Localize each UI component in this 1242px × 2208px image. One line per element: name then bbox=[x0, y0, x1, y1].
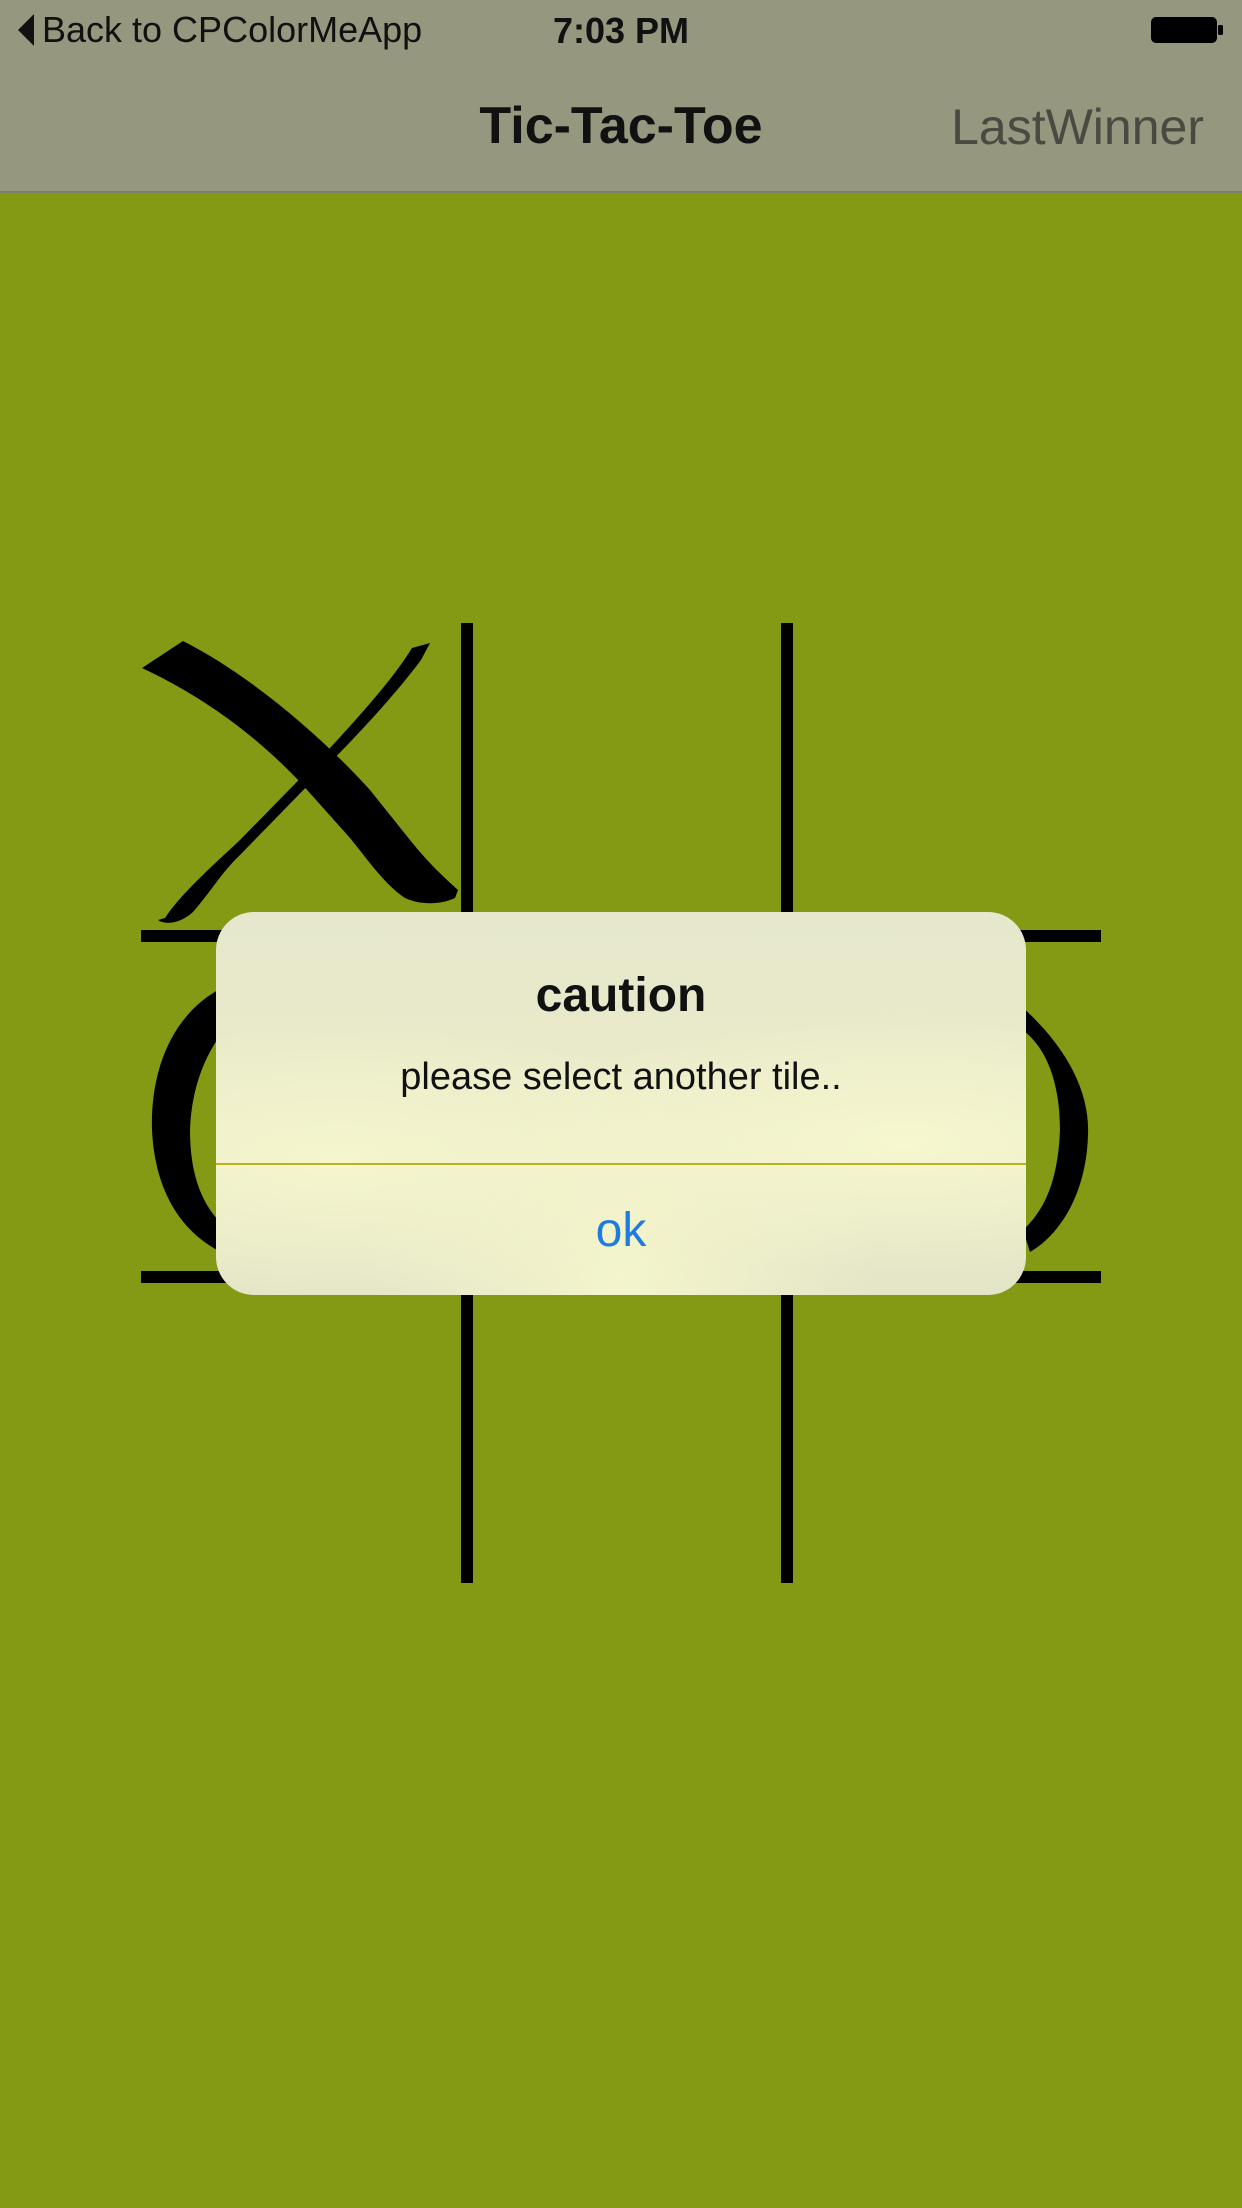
alert-message: please select another tile.. bbox=[400, 1056, 842, 1098]
ok-button[interactable]: ok bbox=[216, 1165, 1026, 1295]
tile-6[interactable] bbox=[141, 1283, 461, 1583]
tile-1[interactable] bbox=[473, 623, 781, 930]
top-bar: Back to CPColorMeApp 7:03 PM Tic-Tac-Toe… bbox=[0, 0, 1242, 193]
tile-7[interactable] bbox=[473, 1283, 781, 1583]
last-winner-button[interactable]: LastWinner bbox=[951, 98, 1204, 156]
tile-8[interactable] bbox=[793, 1283, 1101, 1583]
status-bar: Back to CPColorMeApp 7:03 PM bbox=[0, 0, 1242, 60]
status-time: 7:03 PM bbox=[552, 10, 690, 51]
caution-alert: caution please select another tile.. ok bbox=[216, 912, 1026, 1295]
alert-title: caution bbox=[535, 969, 707, 1022]
tile-2[interactable] bbox=[793, 623, 1101, 930]
battery-icon bbox=[1151, 17, 1223, 43]
